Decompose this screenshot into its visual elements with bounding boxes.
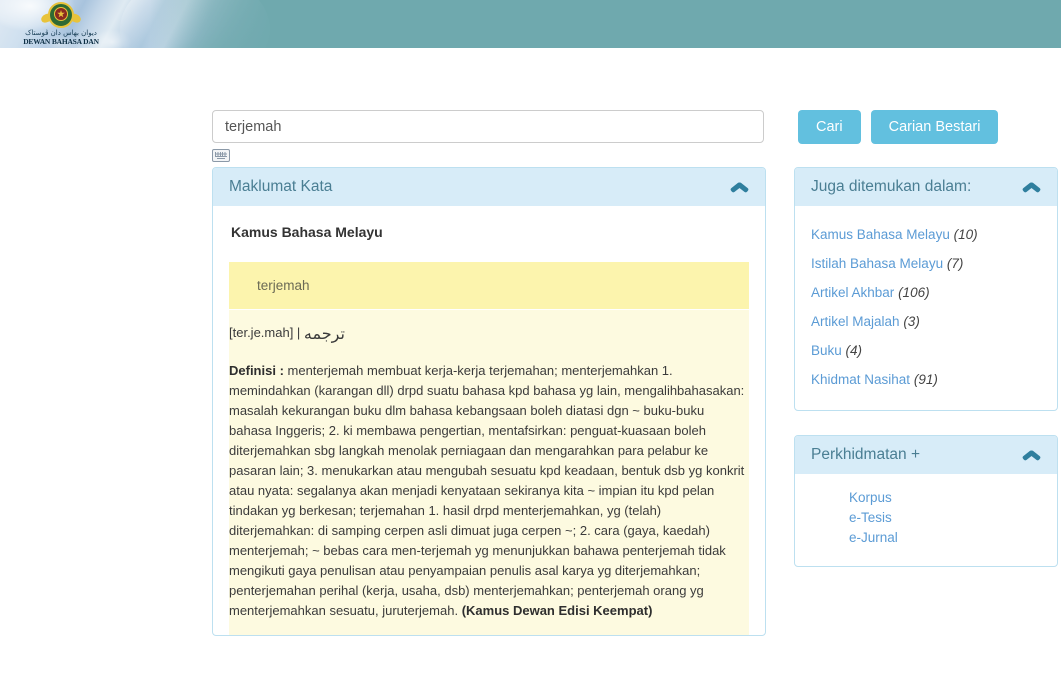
service-link-korpus[interactable]: Korpus — [849, 488, 1057, 508]
panel-title: Juga ditemukan dalam: — [811, 178, 972, 195]
list-item-count: (7) — [946, 256, 964, 271]
banner-fade — [150, 0, 280, 48]
perkhidmatan-panel: Perkhidmatan + Korpus e-Tesis e-Jurnal — [794, 435, 1058, 567]
side-column: Juga ditemukan dalam: Kamus Bahasa Melay… — [794, 167, 1058, 591]
chevron-up-icon[interactable] — [1022, 449, 1041, 461]
maklumat-kata-panel: Maklumat Kata Kamus Bahasa Melayu terjem… — [212, 167, 766, 636]
keyboard-icon[interactable] — [212, 149, 230, 162]
service-link-ejurnal[interactable]: e-Jurnal — [849, 528, 1057, 548]
list-item-label: Istilah Bahasa Melayu — [811, 256, 944, 271]
list-item-label: Artikel Majalah — [811, 314, 900, 329]
list-item-label: Khidmat Nasihat — [811, 372, 911, 387]
site-header-banner: ديوان بهاس دان ڤوستاک DEWAN BAHASA DAN P… — [0, 0, 1061, 48]
search-buttons: Cari Carian Bestari — [798, 110, 999, 144]
list-item[interactable]: Buku (4) — [795, 336, 1057, 365]
list-item-count: (3) — [903, 314, 920, 329]
main-column: Maklumat Kata Kamus Bahasa Melayu terjem… — [212, 167, 766, 660]
definition-label: Definisi : — [229, 363, 284, 378]
juga-ditemukan-panel-header[interactable]: Juga ditemukan dalam: — [795, 168, 1057, 206]
juga-ditemukan-list: Kamus Bahasa Melayu (10) Istilah Bahasa … — [795, 206, 1057, 410]
logo-name-text: DEWAN BAHASA DAN PUSTAKA — [23, 37, 99, 48]
chevron-up-icon[interactable] — [730, 181, 749, 193]
page-content: Cari Carian Bestari Maklumat Kata Kamus … — [0, 48, 1061, 690]
crest-emblem-icon — [39, 2, 83, 28]
list-item-count: (106) — [898, 285, 930, 300]
jawi-script: ترجمه — [303, 324, 345, 343]
headword-highlight: terjemah — [229, 262, 749, 309]
list-item-count: (4) — [845, 343, 863, 358]
search-row: Cari Carian Bestari — [212, 110, 1042, 162]
list-item[interactable]: Artikel Majalah (3) — [795, 307, 1057, 336]
dictionary-name: Kamus Bahasa Melayu — [231, 224, 383, 240]
search-column — [212, 110, 766, 162]
phonetic-line: [ter.je.mah] | ترجمه — [229, 324, 749, 343]
list-item-label: Buku — [811, 343, 842, 358]
maklumat-kata-panel-body: Kamus Bahasa Melayu terjemah [ter.je.mah… — [213, 206, 765, 635]
list-item-count: (10) — [953, 227, 978, 242]
maklumat-kata-panel-header[interactable]: Maklumat Kata — [213, 168, 765, 206]
site-logo[interactable]: ديوان بهاس دان ڤوستاک DEWAN BAHASA DAN P… — [6, 2, 116, 48]
search-input[interactable] — [212, 110, 764, 143]
perkhidmatan-list: Korpus e-Tesis e-Jurnal — [795, 474, 1057, 566]
perkhidmatan-panel-header[interactable]: Perkhidmatan + — [795, 436, 1057, 474]
juga-ditemukan-panel: Juga ditemukan dalam: Kamus Bahasa Melay… — [794, 167, 1058, 411]
service-link-etesis[interactable]: e-Tesis — [849, 508, 1057, 528]
chevron-up-icon[interactable] — [1022, 181, 1041, 193]
phonetic-text: [ter.je.mah] | — [229, 325, 301, 340]
carian-bestari-button[interactable]: Carian Bestari — [870, 110, 999, 144]
panel-title: Maklumat Kata — [229, 178, 333, 195]
list-item-count: (91) — [913, 372, 938, 387]
cari-button[interactable]: Cari — [798, 110, 861, 144]
list-item-label: Artikel Akhbar — [811, 285, 895, 300]
logo-jawi-text: ديوان بهاس دان ڤوستاک — [25, 29, 97, 37]
list-item[interactable]: Artikel Akhbar (106) — [795, 278, 1057, 307]
list-item[interactable]: Istilah Bahasa Melayu (7) — [795, 249, 1057, 278]
list-item-label: Kamus Bahasa Melayu — [811, 227, 950, 242]
definition-body: menterjemah membuat kerja-kerja terjemah… — [229, 363, 745, 618]
list-item[interactable]: Kamus Bahasa Melayu (10) — [795, 220, 1057, 249]
list-item[interactable]: Khidmat Nasihat (91) — [795, 365, 1057, 394]
panel-title: Perkhidmatan + — [811, 446, 920, 463]
entry-box: [ter.je.mah] | ترجمه Definisi : menterje… — [229, 310, 749, 635]
definition-text: Definisi : menterjemah membuat kerja-ker… — [229, 361, 749, 621]
definition-source: (Kamus Dewan Edisi Keempat) — [461, 603, 653, 618]
